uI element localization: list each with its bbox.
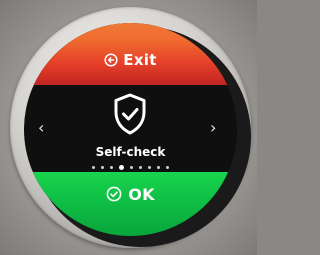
screen-title: Self-check (95, 145, 166, 159)
device-photo-frame: Exit ‹ › Self-check OK (0, 0, 257, 255)
pager-dot (148, 166, 151, 169)
pager-dot (110, 166, 113, 169)
shield-check-icon (112, 93, 148, 135)
pager-dot (101, 166, 104, 169)
pager-dot (130, 166, 133, 169)
ok-label: OK (128, 184, 155, 204)
pager-dot (166, 166, 169, 169)
exit-button[interactable]: Exit (24, 49, 237, 71)
check-circle-icon (106, 186, 122, 202)
exit-label: Exit (123, 51, 157, 69)
exit-arrow-icon (104, 53, 118, 67)
ok-button[interactable]: OK (24, 182, 237, 206)
pager-dot (92, 166, 95, 169)
nav-next-icon[interactable]: › (210, 120, 216, 136)
pager-dot (157, 166, 160, 169)
round-display: Exit ‹ › Self-check OK (24, 23, 237, 236)
pager-dot-active (119, 165, 124, 170)
nav-prev-icon[interactable]: ‹ (38, 120, 44, 136)
pager-dot (139, 166, 142, 169)
pager-dots (24, 165, 237, 170)
